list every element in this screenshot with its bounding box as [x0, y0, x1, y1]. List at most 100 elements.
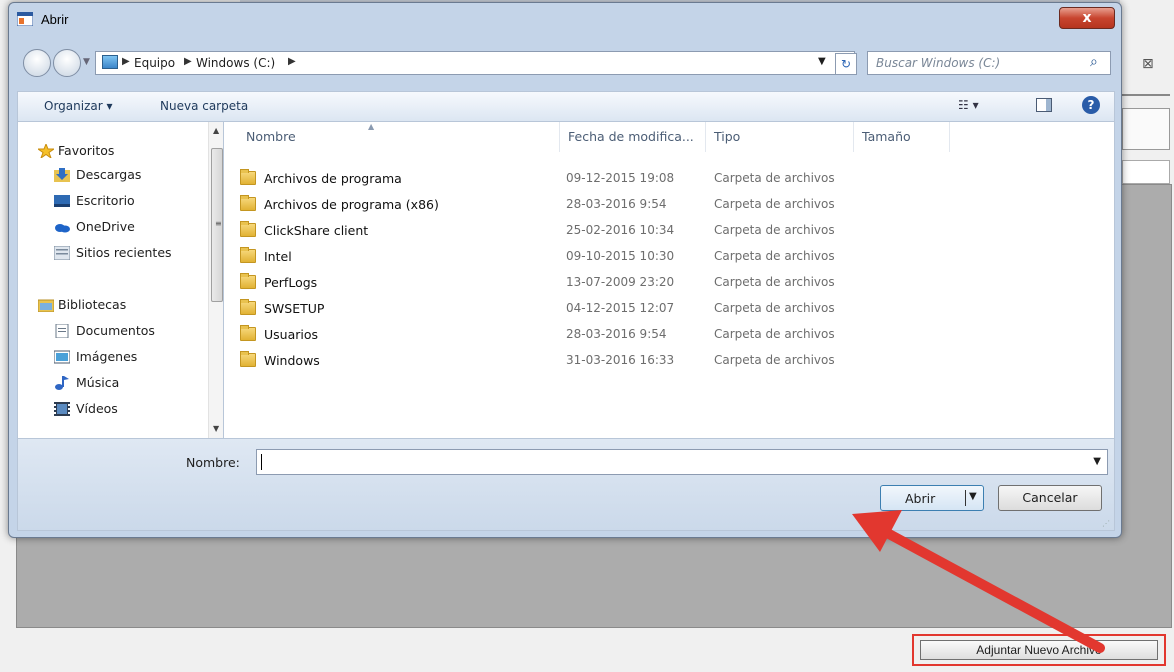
- file-name-label: Nombre:: [186, 455, 240, 470]
- file-name: Windows: [264, 353, 320, 368]
- nav-favorites[interactable]: Favoritos: [18, 140, 208, 162]
- nav-item-documentos[interactable]: Documentos: [18, 320, 208, 342]
- nav-item-musica[interactable]: Música: [18, 372, 208, 394]
- open-button[interactable]: Abrir ▼: [880, 485, 984, 511]
- nav-libraries[interactable]: Bibliotecas: [18, 294, 208, 316]
- attach-new-file-button[interactable]: Adjuntar Nuevo Archivo: [920, 640, 1158, 660]
- view-options-icon[interactable]: ☷ ▾: [958, 98, 979, 112]
- search-icon[interactable]: ⌕: [1090, 54, 1098, 70]
- address-bar[interactable]: ▶ Equipo ▶ Windows (C:) ▶ ▼: [95, 51, 855, 75]
- downloads-icon: [54, 168, 70, 182]
- close-button[interactable]: x: [1059, 7, 1115, 29]
- title-bar[interactable]: Abrir x: [9, 3, 1121, 35]
- dialog-footer: Nombre: ▼ Abrir ▼ Cancelar ⋰: [17, 439, 1115, 531]
- split-divider: [965, 490, 966, 506]
- grip-icon: ≡: [215, 219, 222, 228]
- file-type: Carpeta de archivos: [714, 275, 835, 289]
- nav-item-label: OneDrive: [76, 219, 135, 234]
- file-type: Carpeta de archivos: [714, 327, 835, 341]
- file-row[interactable]: Intel 09-10-2015 10:30 Carpeta de archiv…: [224, 244, 1104, 270]
- folder-icon: [240, 195, 256, 211]
- folder-icon: [240, 221, 256, 237]
- open-options-dropdown-icon[interactable]: ▼: [969, 491, 977, 502]
- nav-scrollbar[interactable]: ▲ ≡ ▼: [208, 122, 224, 438]
- breadcrumb-windows-c[interactable]: Windows (C:): [196, 56, 275, 70]
- breadcrumb-separator-icon[interactable]: ▶: [184, 56, 192, 67]
- breadcrumb-equipo[interactable]: Equipo: [134, 56, 175, 70]
- libraries-icon: [38, 299, 54, 312]
- nav-item-descargas[interactable]: Descargas: [18, 164, 208, 186]
- background-close-icon[interactable]: ⊠: [1142, 56, 1154, 72]
- file-name: ClickShare client: [264, 223, 369, 238]
- file-date: 09-12-2015 19:08: [566, 171, 675, 185]
- star-icon: [38, 144, 54, 158]
- file-date: 09-10-2015 10:30: [566, 249, 675, 263]
- pictures-icon: [54, 350, 70, 364]
- address-row: ▼ ▶ Equipo ▶ Windows (C:) ▶ ▼ ↻ Buscar W…: [9, 43, 1121, 79]
- resize-grip-icon[interactable]: ⋰: [1102, 519, 1110, 528]
- file-name-input[interactable]: ▼: [256, 449, 1108, 475]
- column-header-type[interactable]: Tipo: [706, 122, 854, 152]
- file-row[interactable]: PerfLogs 13-07-2009 23:20 Carpeta de arc…: [224, 270, 1104, 296]
- file-type: Carpeta de archivos: [714, 197, 835, 211]
- app-window-icon: [17, 12, 33, 26]
- background-field: [1122, 108, 1170, 150]
- back-button[interactable]: [23, 49, 51, 77]
- file-row[interactable]: Archivos de programa 09-12-2015 19:08 Ca…: [224, 166, 1104, 192]
- file-row[interactable]: ClickShare client 25-02-2016 10:34 Carpe…: [224, 218, 1104, 244]
- nav-item-escritorio[interactable]: Escritorio: [18, 190, 208, 212]
- forward-button[interactable]: [53, 49, 81, 77]
- file-type: Carpeta de archivos: [714, 171, 835, 185]
- breadcrumb-separator-icon[interactable]: ▶: [288, 56, 296, 67]
- nav-item-videos[interactable]: Vídeos: [18, 398, 208, 420]
- file-name: Intel: [264, 249, 292, 264]
- nav-item-sitios-recientes[interactable]: Sitios recientes: [18, 242, 208, 264]
- file-row[interactable]: Archivos de programa (x86) 28-03-2016 9:…: [224, 192, 1104, 218]
- preview-pane-icon[interactable]: [1036, 98, 1052, 112]
- help-icon[interactable]: ?: [1082, 96, 1100, 114]
- sort-ascending-icon: ▲: [368, 122, 375, 131]
- navigation-pane: Favoritos Descargas Escritorio OneDrive …: [17, 121, 224, 439]
- file-list: ▲ Nombre Fecha de modifica... Tipo Tamañ…: [223, 121, 1115, 439]
- file-name: Archivos de programa (x86): [264, 197, 439, 212]
- breadcrumb-separator-icon[interactable]: ▶: [122, 56, 130, 67]
- cancel-button[interactable]: Cancelar: [998, 485, 1102, 511]
- nav-scroll-thumb[interactable]: ≡: [211, 148, 223, 302]
- file-date: 31-03-2016 16:33: [566, 353, 675, 367]
- organize-menu-button[interactable]: Organizar ▾: [44, 99, 113, 113]
- search-placeholder: Buscar Windows (C:): [876, 56, 1001, 70]
- file-type: Carpeta de archivos: [714, 249, 835, 263]
- new-folder-button[interactable]: Nueva carpeta: [160, 99, 248, 113]
- command-toolbar: Organizar ▾ Nueva carpeta ☷ ▾ ?: [17, 91, 1115, 121]
- folder-icon: [240, 247, 256, 263]
- file-name: Usuarios: [264, 327, 319, 342]
- search-input[interactable]: Buscar Windows (C:) ⌕: [867, 51, 1111, 75]
- videos-icon: [54, 402, 70, 416]
- nav-item-label: Documentos: [76, 323, 155, 338]
- nav-item-label: Vídeos: [76, 401, 118, 416]
- column-header-size[interactable]: Tamaño: [854, 122, 950, 152]
- folder-icon: [240, 273, 256, 289]
- nav-favorites-label: Favoritos: [58, 143, 115, 158]
- file-date: 25-02-2016 10:34: [566, 223, 675, 237]
- column-header-date[interactable]: Fecha de modifica...: [560, 122, 706, 152]
- file-row[interactable]: Usuarios 28-03-2016 9:54 Carpeta de arch…: [224, 322, 1104, 348]
- nav-item-label: Sitios recientes: [76, 245, 172, 260]
- refresh-button[interactable]: ↻: [835, 53, 857, 75]
- nav-item-label: Descargas: [76, 167, 142, 182]
- file-name-dropdown-icon[interactable]: ▼: [1093, 456, 1101, 467]
- file-type: Carpeta de archivos: [714, 301, 835, 315]
- music-note-icon: [55, 376, 69, 390]
- column-header-name[interactable]: ▲ Nombre: [224, 122, 560, 152]
- scroll-down-icon[interactable]: ▼: [213, 424, 219, 433]
- recent-pages-dropdown-icon[interactable]: ▼: [83, 57, 90, 67]
- address-dropdown-icon[interactable]: ▼: [818, 56, 826, 67]
- scroll-up-icon[interactable]: ▲: [213, 126, 219, 135]
- nav-item-label: Escritorio: [76, 193, 135, 208]
- nav-item-imagenes[interactable]: Imágenes: [18, 346, 208, 368]
- file-name: Archivos de programa: [264, 171, 402, 186]
- file-row[interactable]: SWSETUP 04-12-2015 12:07 Carpeta de arch…: [224, 296, 1104, 322]
- nav-item-onedrive[interactable]: OneDrive: [18, 216, 208, 238]
- file-row[interactable]: Windows 31-03-2016 16:33 Carpeta de arch…: [224, 348, 1104, 374]
- file-date: 04-12-2015 12:07: [566, 301, 675, 315]
